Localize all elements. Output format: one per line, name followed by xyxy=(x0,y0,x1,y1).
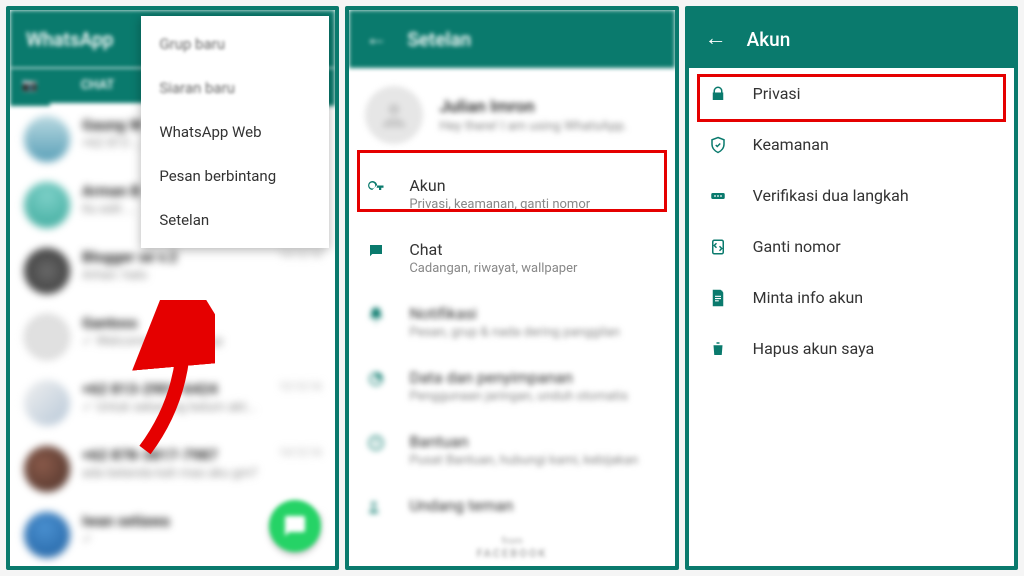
trash-icon xyxy=(707,340,729,358)
chat-row[interactable]: Gantoss✓ Welcome to the group xyxy=(10,304,335,370)
chat-row[interactable]: +62 878-3817-7987ada belanda kah mas aku… xyxy=(10,436,335,502)
account-row-dots[interactable]: Verifikasi dua langkah xyxy=(689,170,1014,221)
sim-icon xyxy=(707,238,729,256)
svg-text:?: ? xyxy=(374,439,379,450)
avatar-icon xyxy=(24,182,70,228)
menu-item[interactable]: Grup baru xyxy=(141,22,329,66)
chat-row[interactable]: +62 813-2901-6424✓ Untuk sekarang belum … xyxy=(10,370,335,436)
settings-row-key[interactable]: AkunPrivasi, keamanan, ganti nomor xyxy=(349,162,674,226)
tab-camera[interactable]: 📷 xyxy=(10,68,50,106)
settings-row-chat[interactable]: ChatCadangan, riwayat, wallpaper xyxy=(349,226,674,290)
avatar-icon xyxy=(24,116,70,162)
lock-icon xyxy=(707,85,729,103)
back-icon[interactable]: ← xyxy=(705,28,727,50)
profile-row[interactable]: Julian Imron Hey there! I am using Whats… xyxy=(349,68,674,162)
panel-chats: WhatsApp 📷 CHAT STATUS PANGGILAN Gaung W… xyxy=(6,6,339,570)
appbar-account: ← Akun xyxy=(689,10,1014,68)
settings-list: AkunPrivasi, keamanan, ganti nomor ChatC… xyxy=(349,162,674,530)
app-title: WhatsApp xyxy=(26,28,113,51)
panel-account: ← Akun Privasi Keamanan Verifikasi dua l… xyxy=(685,6,1018,570)
key-icon xyxy=(365,176,387,196)
avatar-icon xyxy=(24,446,70,492)
account-row-shield[interactable]: Keamanan xyxy=(689,119,1014,170)
avatar-icon xyxy=(365,86,423,144)
settings-row-invite[interactable]: Undang teman xyxy=(349,482,674,530)
appbar-settings: ← Setelan xyxy=(349,10,674,68)
panel-settings: ← Setelan Julian Imron Hey there! I am u… xyxy=(345,6,678,570)
menu-item[interactable]: Setelan xyxy=(141,198,329,242)
footer: from FACEBOOK xyxy=(349,530,674,566)
back-icon[interactable]: ← xyxy=(365,28,387,50)
account-row-sim[interactable]: Ganti nomor xyxy=(689,221,1014,272)
overflow-menu: Grup baruSiaran baruWhatsApp WebPesan be… xyxy=(141,16,329,248)
chat-icon xyxy=(365,240,387,260)
account-row-lock[interactable]: Privasi xyxy=(689,68,1014,119)
settings-row-data[interactable]: Data dan penyimpananPenggunaan jaringan,… xyxy=(349,354,674,418)
bell-icon xyxy=(365,304,387,324)
menu-item[interactable]: WhatsApp Web xyxy=(141,110,329,154)
settings-row-bell[interactable]: NotifikasiPesan, grup & nada dering pang… xyxy=(349,290,674,354)
avatar-icon xyxy=(24,314,70,360)
account-row-trash[interactable]: Hapus akun saya xyxy=(689,323,1014,374)
shield-icon xyxy=(707,136,729,154)
profile-name: Julian Imron xyxy=(439,97,627,117)
menu-item[interactable]: Siaran baru xyxy=(141,66,329,110)
dots-icon xyxy=(707,187,729,205)
account-row-doc[interactable]: Minta info akun xyxy=(689,272,1014,323)
invite-icon xyxy=(365,496,387,516)
account-title: Akun xyxy=(747,28,791,51)
doc-icon xyxy=(707,289,729,307)
profile-status: Hey there! I am using WhatsApp. xyxy=(439,119,627,134)
data-icon xyxy=(365,368,387,388)
settings-title: Setelan xyxy=(407,28,471,51)
avatar-icon xyxy=(24,380,70,426)
account-list: Privasi Keamanan Verifikasi dua langkah … xyxy=(689,68,1014,374)
tab-chat[interactable]: CHAT xyxy=(50,68,145,106)
avatar-icon xyxy=(24,512,70,558)
settings-row-help[interactable]: ? BantuanPusat Bantuan, hubungi kami, ke… xyxy=(349,418,674,482)
new-chat-fab[interactable] xyxy=(269,500,321,552)
avatar-icon xyxy=(24,248,70,294)
help-icon: ? xyxy=(365,432,387,452)
menu-item[interactable]: Pesan berbintang xyxy=(141,154,329,198)
